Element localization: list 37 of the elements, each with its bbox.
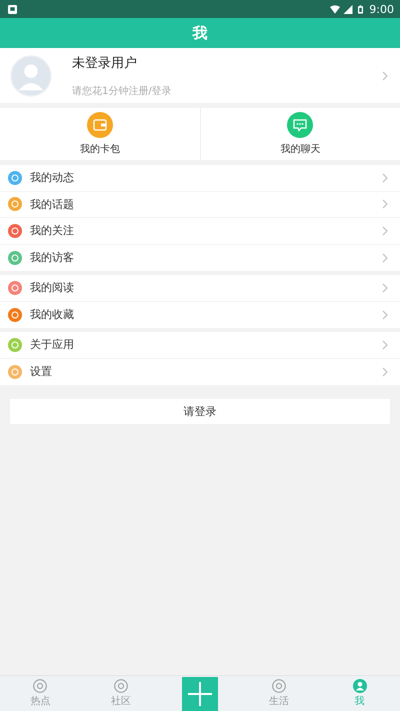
login-button[interactable]: 请登录	[10, 399, 390, 424]
menu-item[interactable]: 我的收藏	[0, 302, 400, 328]
chevron-icon	[382, 70, 388, 80]
avatar-icon	[10, 54, 52, 96]
menu-item[interactable]: 我的话题	[0, 192, 400, 218]
shortcut-tile[interactable]: 我的卡包	[0, 108, 200, 160]
chevron-icon	[382, 252, 388, 263]
user-name: 未登录用户	[72, 54, 138, 72]
profile-card[interactable]: 未登录用户 请您花1分钟注册/登录	[0, 48, 400, 103]
menu-item[interactable]: 我的访客	[0, 244, 400, 271]
menu-item[interactable]: 我的关注	[0, 218, 400, 244]
chevron-icon	[382, 172, 388, 183]
ring-icon	[114, 679, 128, 693]
login-hint: 请您花1分钟注册/登录	[72, 84, 173, 98]
ring-icon	[272, 679, 286, 693]
person-icon	[352, 679, 367, 693]
signal-icon	[343, 4, 354, 14]
battery-icon	[358, 4, 364, 14]
chevron-icon	[382, 226, 388, 236]
notification-icon	[8, 4, 17, 14]
chevron-icon	[382, 282, 388, 293]
menu-item[interactable]: 关于应用	[0, 332, 400, 358]
ring-icon	[33, 679, 48, 693]
page-title: 我	[192, 24, 208, 42]
wifi-icon	[330, 4, 340, 14]
chevron-icon	[382, 310, 388, 320]
chevron-icon	[382, 340, 388, 350]
menu-item[interactable]: 我的阅读	[0, 275, 400, 302]
shortcut-tile[interactable]: 我的聊天	[200, 108, 400, 160]
shortcut-label: 我的聊天	[280, 142, 320, 156]
add-button[interactable]	[182, 676, 218, 710]
chevron-icon	[382, 199, 388, 210]
status-time: 9:00	[369, 2, 394, 16]
menu-item[interactable]: 设置	[0, 358, 400, 385]
chevron-icon	[382, 366, 388, 377]
shortcut-label: 我的卡包	[80, 142, 120, 156]
menu-item[interactable]: 我的动态	[0, 165, 400, 192]
